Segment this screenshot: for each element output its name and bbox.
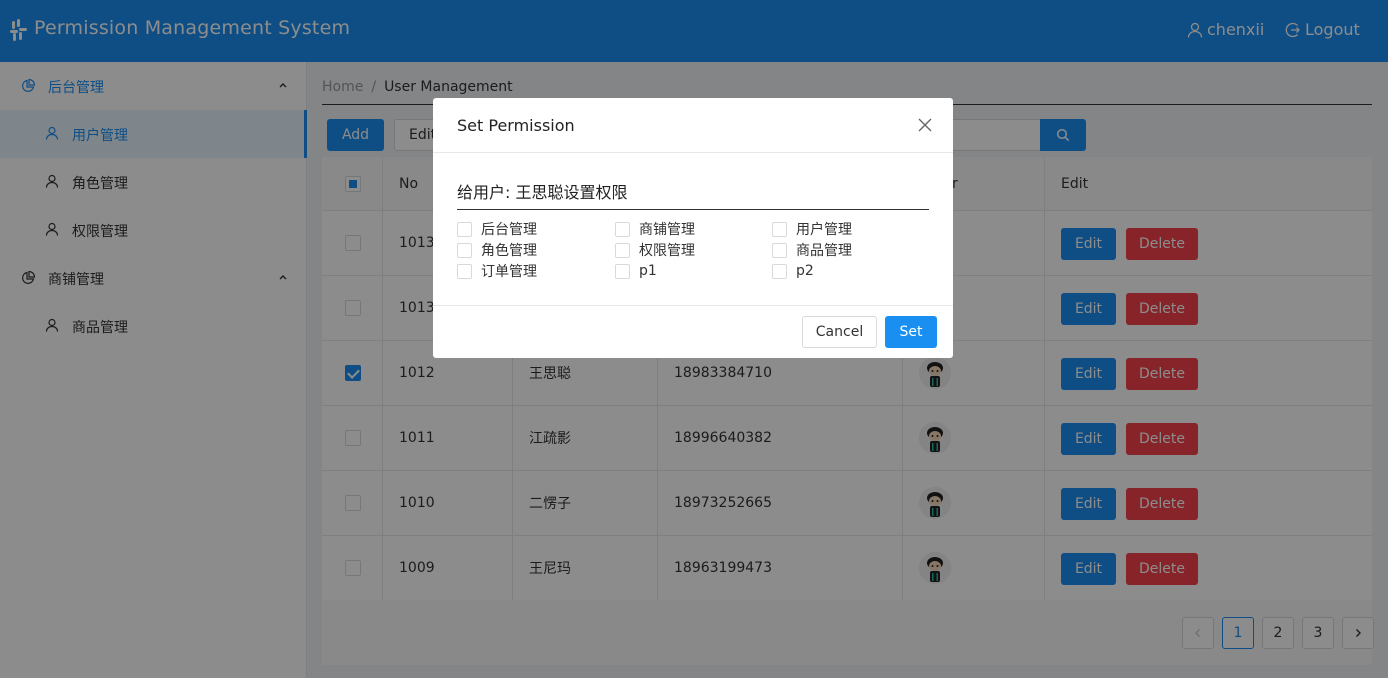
permission-option[interactable]: 角色管理 [457,240,537,260]
permission-checkbox[interactable] [457,221,472,237]
set-permission-modal: Set Permission 给用户: 王思聪设置权限 后台管理 商铺管理 用户管理… [433,98,953,358]
permission-option[interactable]: 用户管理 [772,219,852,239]
permission-label: 商铺管理 [639,222,695,238]
permission-label: 订单管理 [481,264,537,280]
permission-option[interactable]: 商品管理 [772,240,852,260]
permission-checkbox[interactable] [772,263,787,279]
cancel-button[interactable]: Cancel [802,316,877,348]
permission-option[interactable]: 商铺管理 [615,219,695,239]
close-icon[interactable] [917,117,933,133]
permission-checkbox[interactable] [772,242,787,258]
modal-header-divider [433,152,953,153]
modal-subtitle: 给用户: 王思聪设置权限 [457,183,628,202]
permission-option[interactable]: 订单管理 [457,261,537,281]
permission-label: 权限管理 [639,243,695,259]
permission-checkbox[interactable] [615,263,630,279]
modal-footer-divider [433,305,953,306]
modal-title: Set Permission [457,116,575,135]
permission-checkbox[interactable] [457,263,472,279]
modal-subtitle-divider [457,209,929,210]
permission-label: 用户管理 [796,222,852,238]
set-button[interactable]: Set [885,316,937,348]
permission-option[interactable]: p1 [615,261,657,281]
permission-label: p1 [639,263,657,279]
permission-checkbox[interactable] [457,242,472,258]
permission-label: 角色管理 [481,243,537,259]
permission-label: p2 [796,263,814,279]
permission-option[interactable]: 后台管理 [457,219,537,239]
permission-label: 商品管理 [796,243,852,259]
permission-label: 后台管理 [481,222,537,238]
permission-checkbox[interactable] [615,242,630,258]
permission-checkbox[interactable] [772,221,787,237]
permission-option[interactable]: 权限管理 [615,240,695,260]
permission-checkbox[interactable] [615,221,630,237]
permission-option[interactable]: p2 [772,261,814,281]
